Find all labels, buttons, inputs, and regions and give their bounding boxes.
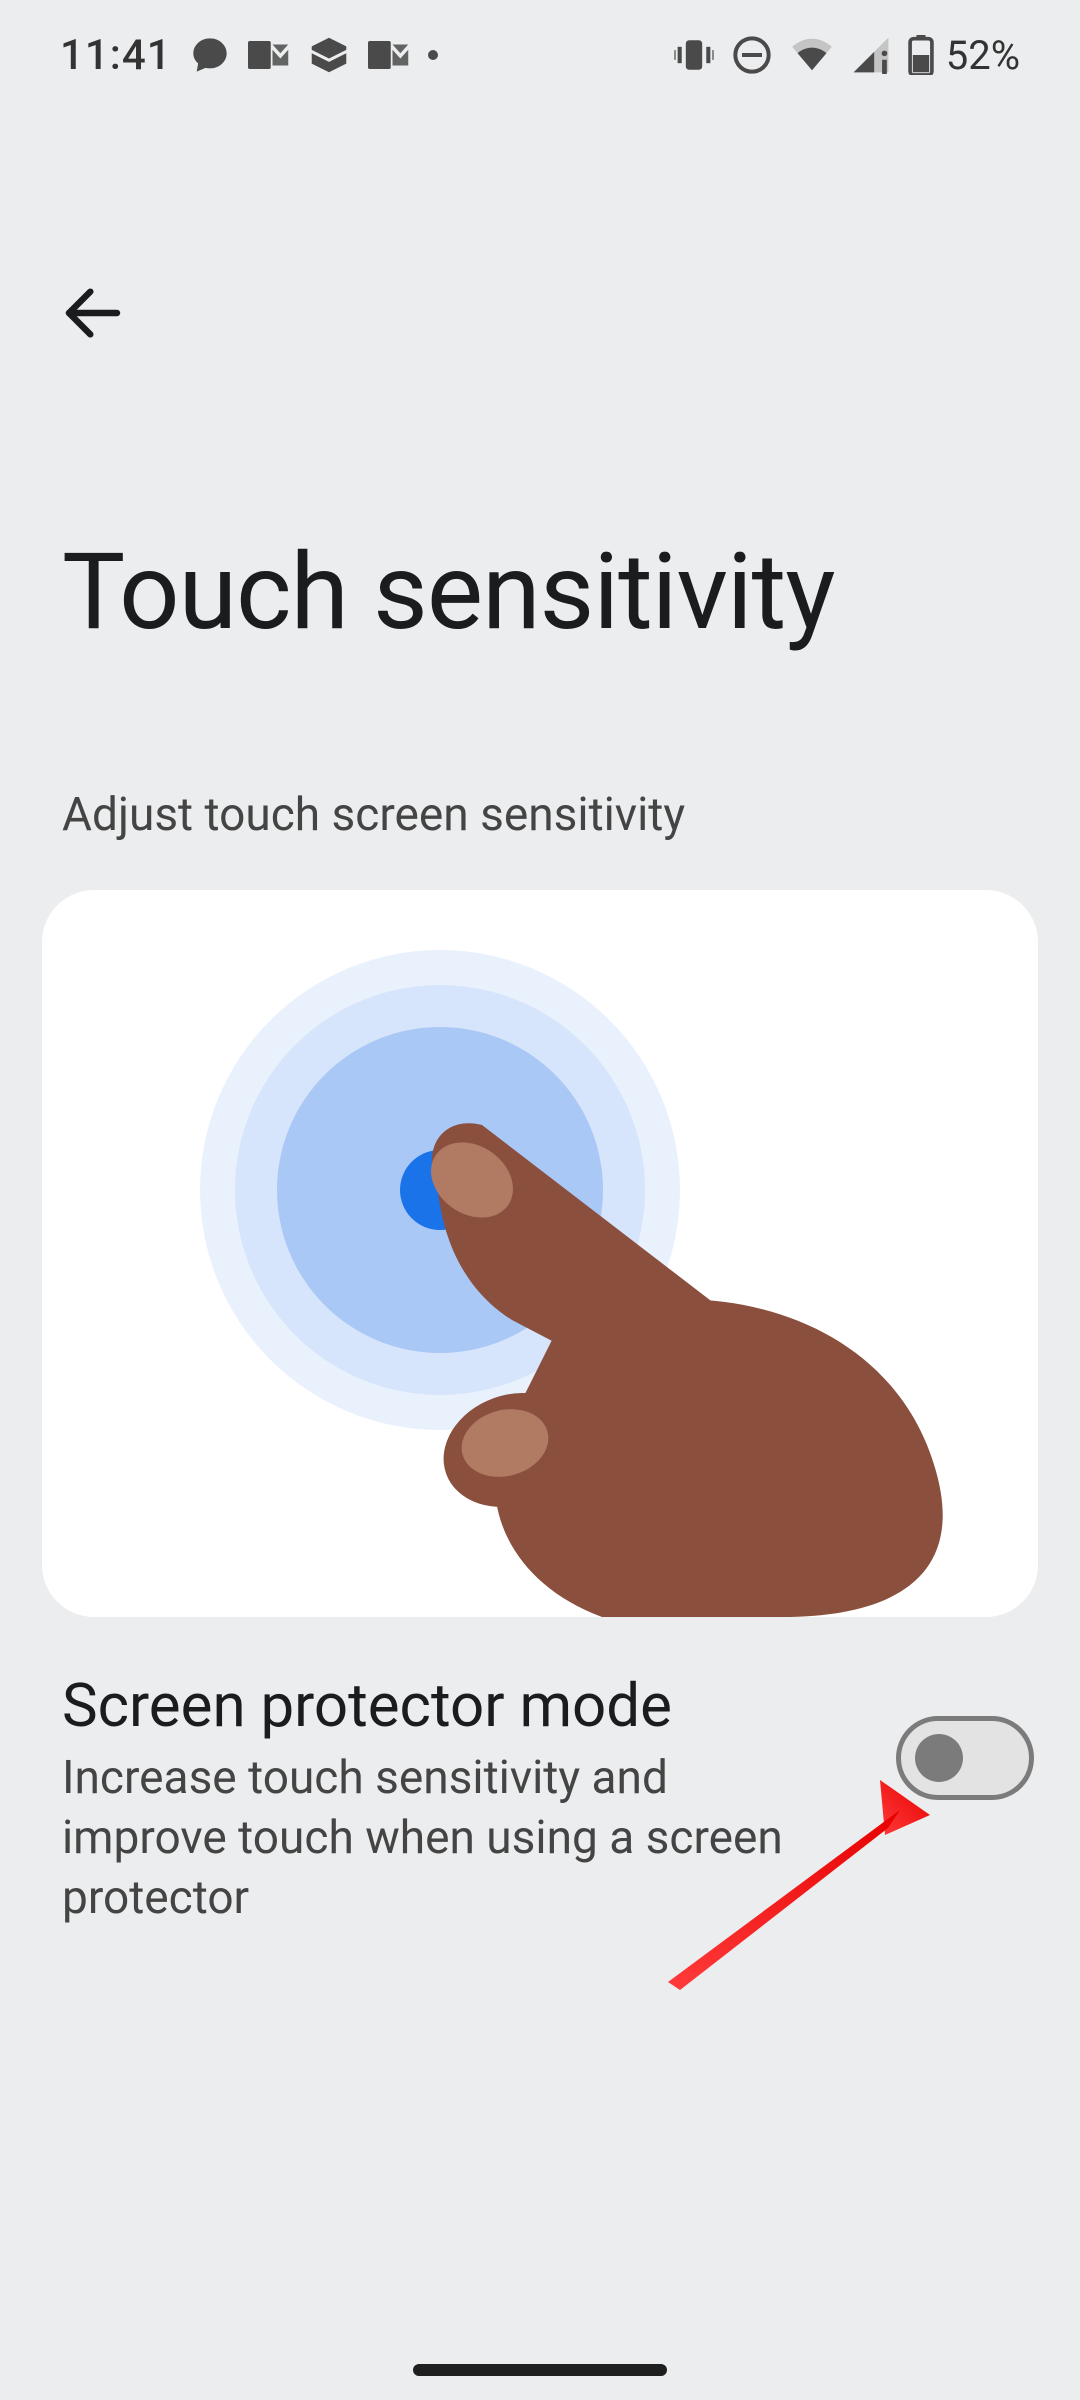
navigation-handle[interactable]: [413, 2364, 667, 2376]
status-left: 11:41: [60, 31, 438, 80]
status-bar: 11:41 52%: [0, 0, 1080, 110]
status-time: 11:41: [60, 31, 172, 80]
setting-title: Screen protector mode: [62, 1670, 856, 1741]
package-icon: [308, 36, 350, 74]
touch-illustration: [42, 890, 1038, 1617]
screen-protector-mode-row[interactable]: Screen protector mode Increase touch sen…: [62, 1670, 1034, 1928]
hand-touch-icon: [42, 890, 1038, 1617]
wifi-icon: [790, 37, 834, 73]
setting-text: Screen protector mode Increase touch sen…: [62, 1670, 856, 1928]
screen-protector-toggle[interactable]: [896, 1716, 1034, 1800]
page-title: Touch sensitivity: [62, 530, 835, 654]
battery-icon: [908, 35, 934, 75]
setting-description: Increase touch sensitivity and improve t…: [62, 1749, 832, 1928]
toggle-knob: [915, 1734, 963, 1782]
dnd-icon: [732, 35, 772, 75]
chat-bubble-icon: [190, 35, 230, 75]
section-header: Adjust touch screen sensitivity: [62, 788, 685, 842]
back-button[interactable]: [38, 258, 148, 368]
arrow-left-icon: [61, 281, 125, 345]
more-notifications-dot-icon: [428, 50, 438, 60]
vibrate-icon: [674, 37, 714, 73]
status-right: 52%: [674, 32, 1020, 79]
signal-icon: [852, 36, 890, 74]
outlook-icon-2: [368, 36, 410, 74]
battery-percent: 52%: [946, 32, 1020, 79]
outlook-icon: [248, 36, 290, 74]
